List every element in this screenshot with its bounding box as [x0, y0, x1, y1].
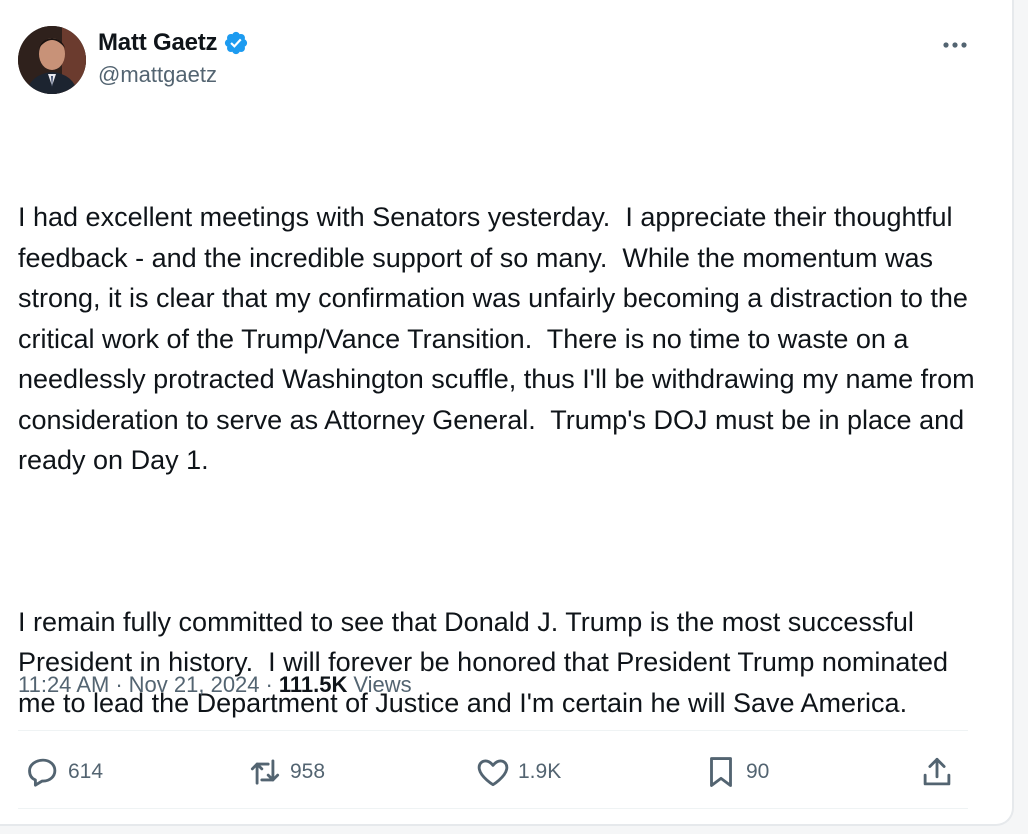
like-button[interactable]: 1.9K — [474, 750, 561, 794]
bookmark-button[interactable]: 90 — [702, 750, 769, 794]
more-horizontal-icon — [943, 42, 967, 48]
bookmark-count: 90 — [746, 760, 770, 783]
meta-separator: · — [265, 672, 273, 697]
like-count: 1.9K — [518, 760, 562, 783]
reply-count: 614 — [68, 760, 104, 783]
share-icon — [923, 757, 951, 786]
reply-icon — [28, 758, 57, 787]
divider — [18, 730, 968, 731]
author-display-name[interactable]: Matt Gaetz — [98, 29, 218, 57]
heart-icon — [477, 759, 509, 787]
tweet-paragraph-2: I remain fully committed to see that Don… — [18, 606, 956, 718]
tweet-text: I had excellent meetings with Senators y… — [18, 116, 978, 804]
tweet-paragraph-1: I had excellent meetings with Senators y… — [18, 202, 983, 475]
repost-icon — [250, 759, 280, 785]
repost-count: 958 — [290, 760, 326, 783]
meta-separator: · — [115, 672, 123, 697]
author-handle[interactable]: @mattgaetz — [98, 62, 217, 88]
views-label: Views — [353, 672, 412, 697]
repost-button[interactable]: 958 — [246, 750, 325, 794]
bookmark-icon — [710, 757, 732, 787]
tweet-time[interactable]: 11:24 AM — [18, 672, 109, 698]
avatar[interactable] — [18, 26, 86, 94]
views-count: 111.5K — [278, 672, 348, 697]
divider — [18, 808, 968, 809]
reply-button[interactable]: 614 — [24, 750, 103, 794]
tweet-card: Matt Gaetz @mattgaetz I had excellent me… — [0, 0, 1014, 826]
tweet-metadata: 11:24 AM · Nov 21, 2024 · 111.5K Views — [18, 672, 412, 698]
verified-badge-icon — [223, 30, 249, 56]
action-bar: 614 958 1.9K 90 — [18, 750, 968, 794]
tweet-date[interactable]: Nov 21, 2024 — [129, 672, 260, 698]
author-name-row[interactable]: Matt Gaetz — [98, 28, 249, 58]
share-button[interactable] — [918, 750, 962, 794]
more-options-button[interactable] — [938, 30, 972, 60]
